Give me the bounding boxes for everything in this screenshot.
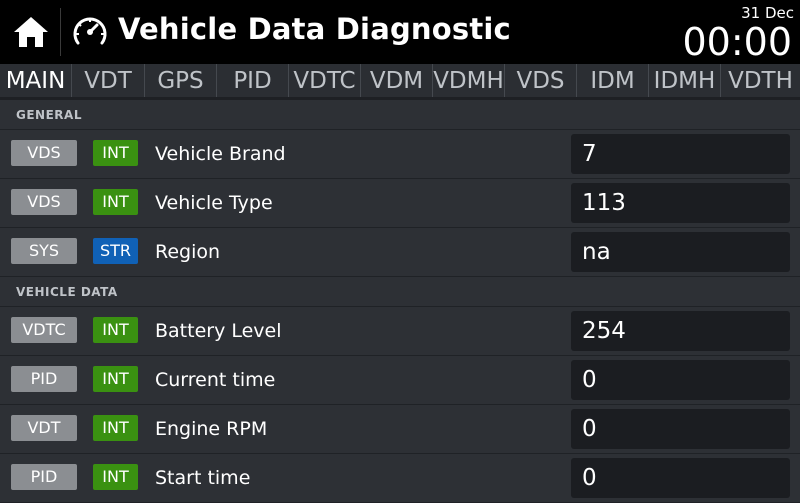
value-field[interactable]: na — [571, 232, 790, 272]
value-field[interactable]: 7 — [571, 134, 790, 174]
list-item[interactable]: VDS INT Vehicle Brand 7 — [0, 130, 800, 179]
tab-vds[interactable]: VDS — [505, 64, 577, 97]
source-badge: PID — [11, 366, 77, 392]
source-badge: SYS — [11, 238, 77, 264]
item-label: Start time — [155, 467, 251, 489]
data-list[interactable]: GENERAL VDS INT Vehicle Brand 7 VDS INT … — [0, 100, 800, 503]
type-badge: INT — [93, 189, 138, 215]
item-label: Region — [155, 241, 221, 263]
section-header-general: GENERAL — [0, 100, 800, 130]
type-badge: INT — [93, 464, 138, 490]
list-item[interactable]: PID INT Current time 0 — [0, 356, 800, 405]
tab-vdtc[interactable]: VDTC — [289, 64, 361, 97]
type-badge: INT — [93, 366, 138, 392]
list-item[interactable]: VDS INT Vehicle Type 113 — [0, 179, 800, 228]
type-badge: INT — [93, 317, 138, 343]
item-label: Vehicle Brand — [155, 143, 286, 165]
source-badge: VDT — [11, 415, 77, 441]
tab-idm[interactable]: IDM — [577, 64, 649, 97]
item-label: Battery Level — [155, 320, 282, 342]
tab-vdth[interactable]: VDTH — [721, 64, 800, 97]
item-label: Vehicle Type — [155, 192, 273, 214]
tab-bar: MAIN VDT GPS PID VDTC VDM VDMH VDS IDM I… — [0, 64, 800, 100]
value-field[interactable]: 0 — [571, 409, 790, 449]
list-item[interactable]: SYS STR Region na — [0, 228, 800, 277]
type-badge: INT — [93, 415, 138, 441]
list-item[interactable]: PID INT Start time 0 — [0, 454, 800, 503]
home-icon — [14, 17, 48, 47]
tab-pid[interactable]: PID — [217, 64, 289, 97]
type-badge: STR — [93, 238, 138, 264]
home-button[interactable] — [8, 10, 54, 54]
tab-idmh[interactable]: IDMH — [649, 64, 721, 97]
clock-display: 00:00 — [682, 20, 792, 64]
type-badge: INT — [93, 140, 138, 166]
source-badge: VDS — [11, 140, 77, 166]
tab-vdt[interactable]: VDT — [72, 64, 145, 97]
item-label: Current time — [155, 369, 276, 391]
list-item[interactable]: VDT INT Engine RPM 0 — [0, 405, 800, 454]
value-field[interactable]: 0 — [571, 458, 790, 498]
list-item[interactable]: VDTC INT Battery Level 254 — [0, 307, 800, 356]
source-badge: VDTC — [11, 317, 77, 343]
app-header: Vehicle Data Diagnostic 31 Dec 00:00 — [0, 0, 800, 64]
page-title: Vehicle Data Diagnostic — [118, 12, 511, 46]
tab-main[interactable]: MAIN — [0, 64, 72, 100]
tab-vdmh[interactable]: VDMH — [433, 64, 505, 97]
tab-vdm[interactable]: VDM — [361, 64, 433, 97]
value-field[interactable]: 113 — [571, 183, 790, 223]
value-field[interactable]: 254 — [571, 311, 790, 351]
header-divider — [60, 8, 61, 56]
tab-gps[interactable]: GPS — [145, 64, 217, 97]
item-label: Engine RPM — [155, 418, 268, 440]
section-header-vehicle-data: VEHICLE DATA — [0, 277, 800, 307]
source-badge: VDS — [11, 189, 77, 215]
value-field[interactable]: 0 — [571, 360, 790, 400]
gauge-icon — [73, 17, 107, 45]
source-badge: PID — [11, 464, 77, 490]
